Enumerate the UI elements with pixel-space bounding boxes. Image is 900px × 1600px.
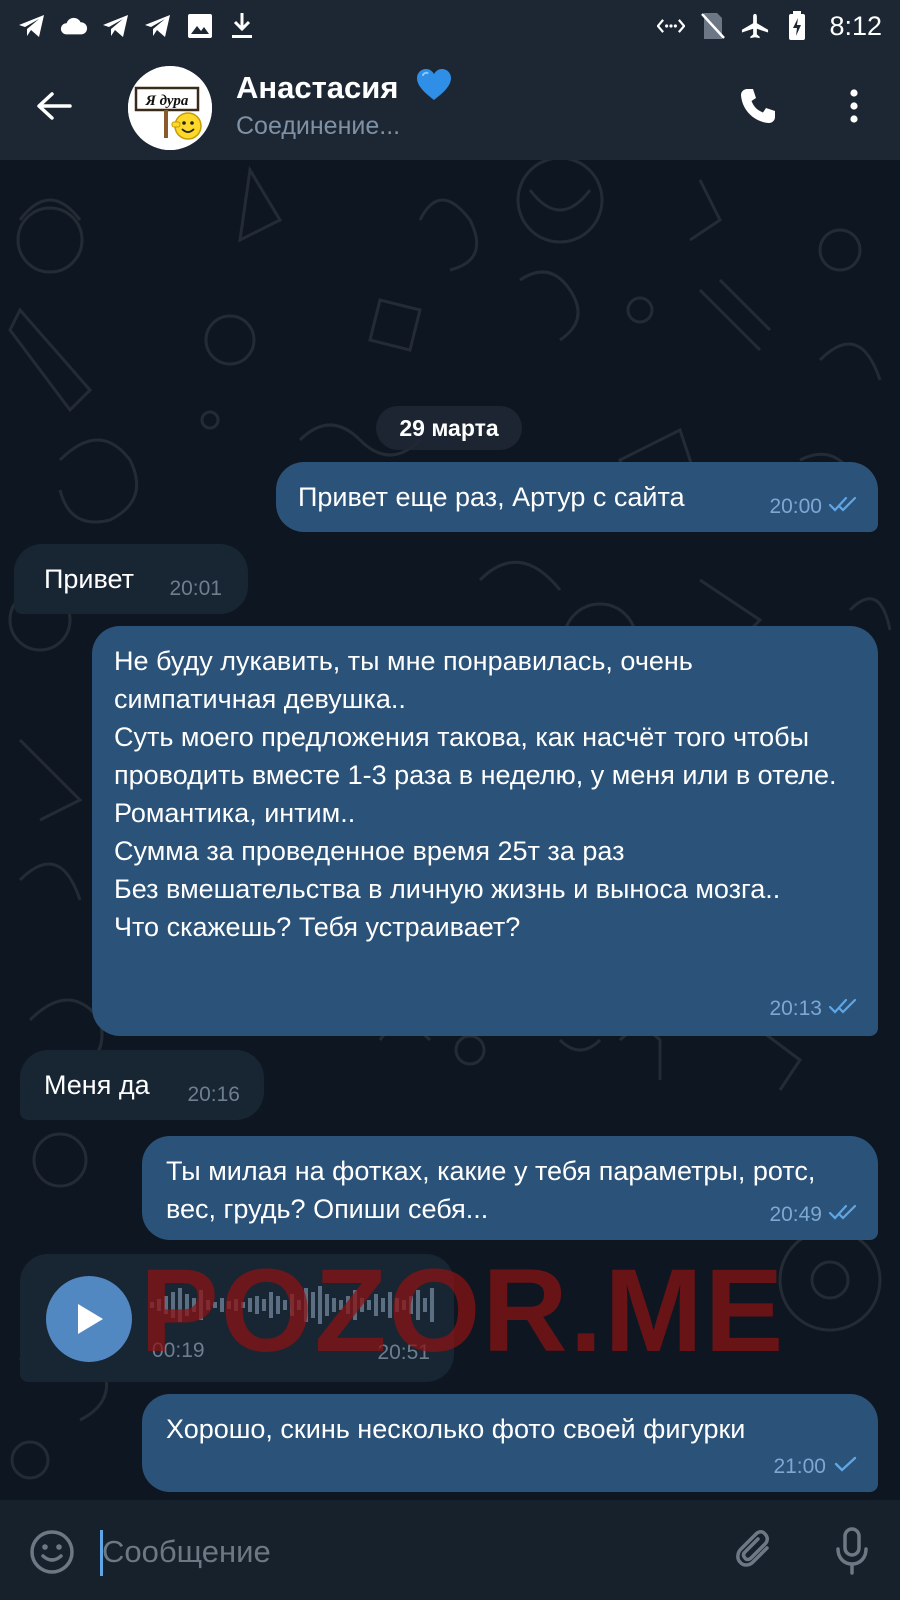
telegram-icon [144,12,172,40]
message-text: Ты милая на фотках, какие у тебя парамет… [166,1156,816,1224]
airplane-icon [741,12,769,40]
avatar[interactable]: Я дура [128,66,212,150]
paperclip-icon [736,1530,769,1567]
avatar-sign-text: Я дура [145,93,189,109]
date-separator: 29 марта [376,406,522,450]
message-time: 20:16 [187,1083,240,1106]
message-outgoing[interactable]: Ты милая на фотках, какие у тебя парамет… [142,1136,878,1240]
more-menu-button[interactable] [830,82,878,130]
message-list[interactable]: 29 марта Привет еще раз, Артур с сайта 2… [0,160,900,1500]
cloud-icon [60,12,88,40]
double-check-icon [828,1196,862,1234]
check-icon [832,1448,860,1486]
telegram-icon [102,12,130,40]
contact-name[interactable]: Анастасия [236,68,453,110]
message-meta: 20:13 [769,990,862,1028]
message-meta: 20:16 [187,1076,240,1114]
play-icon [78,1304,103,1334]
message-meta: 20:00 [769,488,862,526]
message-incoming[interactable]: Меня да 20:16 [20,1050,264,1120]
emoji-button[interactable] [28,1528,76,1576]
message-meta: 20:49 [769,1196,862,1234]
message-outgoing[interactable]: Хорошо, скинь несколько фото своей фигур… [142,1394,878,1492]
battery-charging-icon [783,11,811,40]
double-check-icon [828,488,862,526]
chat-header: Я дура Анастасия Соединение... [0,52,900,160]
no-sim-icon [699,12,727,40]
telegram-icon [18,12,46,40]
message-time: 21:00 [773,1455,826,1478]
message-input[interactable] [102,1524,682,1580]
message-outgoing[interactable]: Не буду лукавить, ты мне понравилась, оч… [92,626,878,1036]
play-button[interactable] [46,1276,132,1362]
message-incoming[interactable]: Привет 20:01 [14,544,248,614]
message-meta: 21:00 [773,1448,860,1486]
message-text: Хорошо, скинь несколько фото своей фигур… [166,1414,746,1444]
smiley-icon [30,1530,74,1574]
contact-name-text: Анастасия [236,70,399,105]
watermark: POZOR.ME [140,1245,786,1377]
connection-status: Соединение... [236,112,401,140]
system-icons: 8:12 [657,11,882,42]
message-time: 20:00 [769,495,822,518]
attach-button[interactable] [732,1528,780,1576]
message-text: Не буду лукавить, ты мне понравилась, оч… [114,646,837,942]
call-button[interactable] [734,82,782,130]
message-time: 20:01 [169,577,222,600]
message-outgoing[interactable]: Привет еще раз, Артур с сайта 20:00 [276,462,878,532]
status-bar: 8:12 [0,0,900,52]
double-check-icon [828,990,862,1028]
arrow-left-icon [37,92,72,120]
blue-heart-icon [415,68,453,110]
clock: 8:12 [829,10,882,41]
download-icon [228,12,256,40]
more-vertical-icon [850,89,858,123]
image-icon [186,12,214,40]
phone-icon [741,89,775,123]
message-composer [0,1500,900,1600]
notification-icons [18,12,256,40]
message-meta: 20:01 [169,570,222,608]
message-time: 20:13 [769,997,822,1020]
data-saver-icon [657,12,686,40]
back-button[interactable] [30,82,78,130]
message-time: 20:49 [769,1203,822,1226]
microphone-icon [836,1527,868,1575]
voice-record-button[interactable] [828,1526,876,1576]
